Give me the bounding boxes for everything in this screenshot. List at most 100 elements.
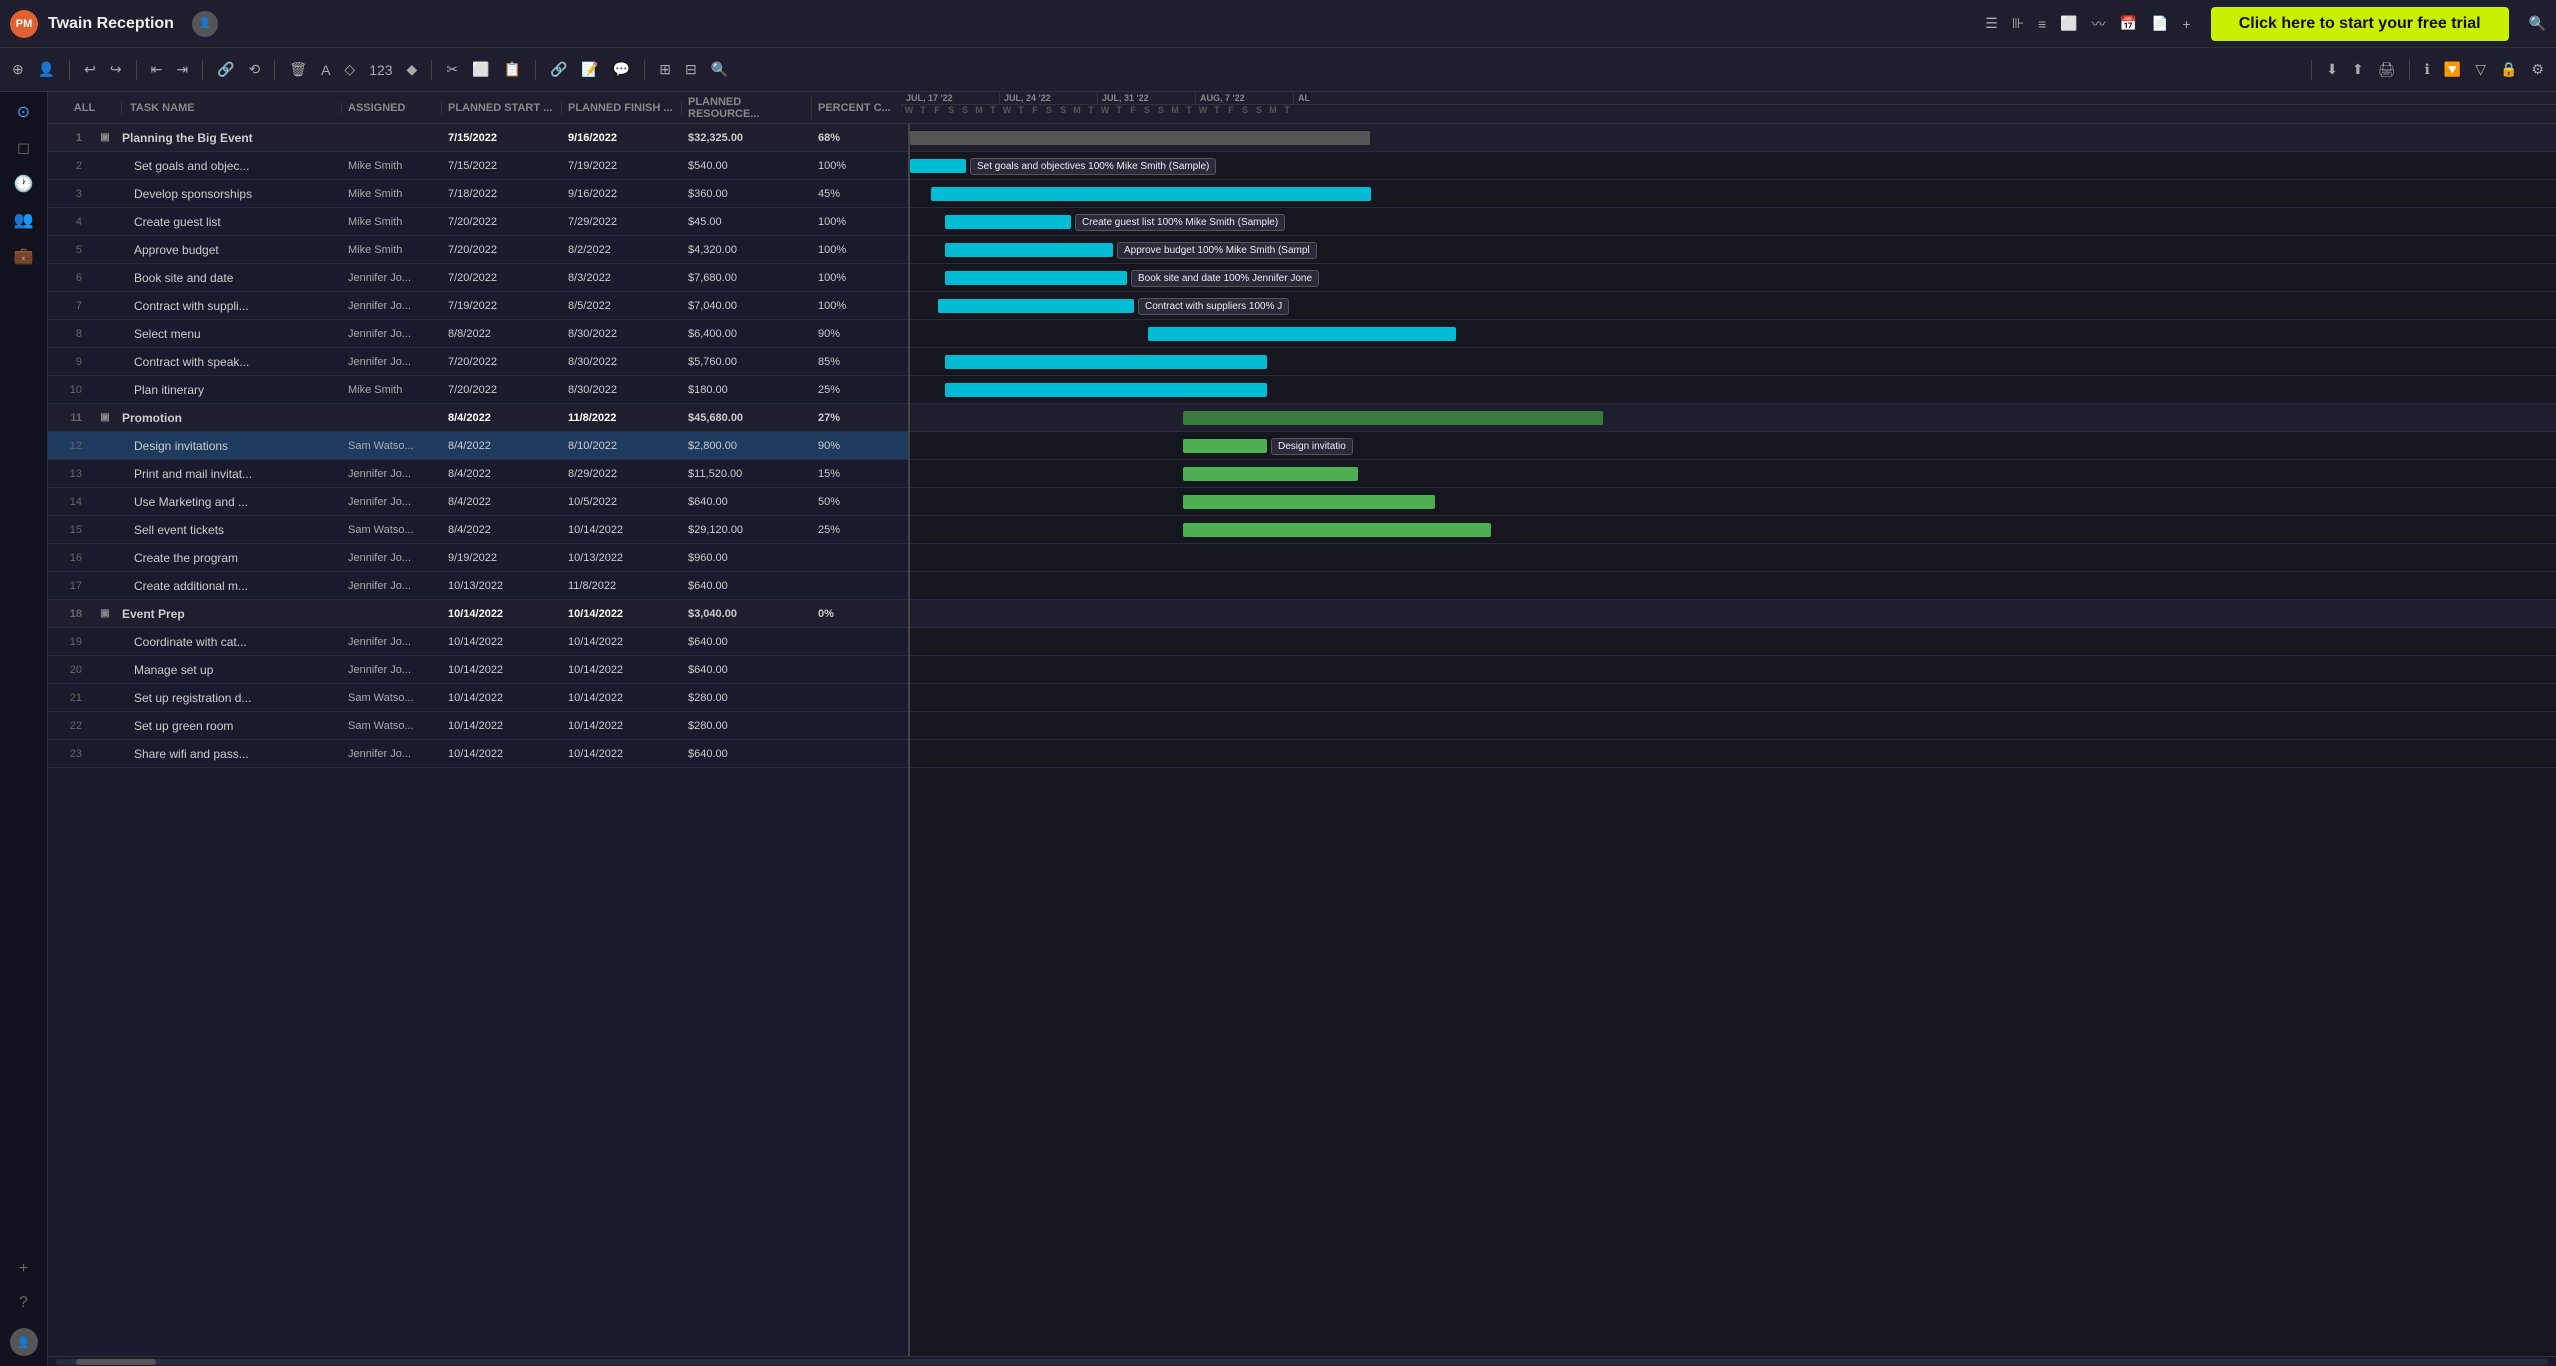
attach-icon[interactable]: 🔗 bbox=[546, 58, 571, 81]
copy-icon[interactable]: ⬜ bbox=[468, 58, 493, 81]
table-row[interactable]: 6Book site and dateJennifer Jo...7/20/20… bbox=[48, 264, 908, 292]
info-icon[interactable]: ℹ bbox=[2420, 58, 2433, 81]
table-row[interactable]: 21Set up registration d...Sam Watso...10… bbox=[48, 684, 908, 712]
table-row[interactable]: 17Create additional m...Jennifer Jo...10… bbox=[48, 572, 908, 600]
table-row[interactable]: 16Create the programJennifer Jo...9/19/2… bbox=[48, 544, 908, 572]
gantt-bar[interactable] bbox=[931, 187, 1371, 201]
col-planned-start[interactable]: PLANNED START ... bbox=[442, 102, 562, 114]
sidebar-avatar[interactable]: 👤 bbox=[10, 1328, 38, 1356]
gantt-bar[interactable] bbox=[945, 383, 1267, 397]
cut-icon[interactable]: ✂ bbox=[442, 58, 462, 81]
cta-banner[interactable]: Click here to start your free trial bbox=[2211, 7, 2509, 41]
table-row[interactable]: 2Set goals and objec...Mike Smith7/15/20… bbox=[48, 152, 908, 180]
table-row[interactable]: 19Coordinate with cat...Jennifer Jo...10… bbox=[48, 628, 908, 656]
table-row[interactable]: 18▣Event Prep10/14/202210/14/2022$3,040.… bbox=[48, 600, 908, 628]
undo-icon[interactable]: ↩ bbox=[80, 58, 100, 81]
paste-icon[interactable]: 📋 bbox=[500, 58, 525, 81]
redo-icon[interactable]: ↪ bbox=[106, 58, 126, 81]
table-row[interactable]: 3Develop sponsorshipsMike Smith7/18/2022… bbox=[48, 180, 908, 208]
download-icon[interactable]: ⬇ bbox=[2322, 58, 2342, 81]
sidebar-time-icon[interactable]: 🕐 bbox=[14, 174, 34, 194]
table-row[interactable]: 15Sell event ticketsSam Watso...8/4/2022… bbox=[48, 516, 908, 544]
align-icon[interactable]: ≡ bbox=[2038, 16, 2046, 32]
hamburger-icon[interactable]: ☰ bbox=[1985, 15, 1998, 32]
filter-icon[interactable]: 🔽 bbox=[2440, 58, 2465, 81]
col-all[interactable]: ALL bbox=[48, 102, 122, 114]
calendar-icon[interactable]: 📅 bbox=[2120, 15, 2137, 32]
col-task-name[interactable]: TASK NAME bbox=[122, 102, 342, 114]
lock-icon[interactable]: 🔒 bbox=[2496, 58, 2521, 81]
number-icon[interactable]: 123 bbox=[365, 59, 396, 81]
scrollbar-thumb[interactable] bbox=[76, 1359, 156, 1365]
table-row[interactable]: 10Plan itineraryMike Smith7/20/20228/30/… bbox=[48, 376, 908, 404]
col-planned-finish[interactable]: PLANNED FINISH ... bbox=[562, 102, 682, 114]
table-row[interactable]: 4Create guest listMike Smith7/20/20227/2… bbox=[48, 208, 908, 236]
gantt-bar[interactable] bbox=[1183, 411, 1603, 425]
upload-icon[interactable]: ⬆ bbox=[2348, 58, 2368, 81]
chart-icon[interactable]: 〰 bbox=[2092, 14, 2106, 34]
indent-icon[interactable]: ⇥ bbox=[172, 58, 192, 81]
grid2-icon[interactable]: ⊟ bbox=[681, 58, 701, 81]
gantt-bar[interactable] bbox=[910, 131, 1370, 145]
table-row[interactable]: 9Contract with speak...Jennifer Jo...7/2… bbox=[48, 348, 908, 376]
app-logo[interactable]: PM bbox=[10, 10, 38, 38]
gantt-bar[interactable] bbox=[1183, 495, 1435, 509]
gantt-bar[interactable]: Contract with suppliers 100% J bbox=[938, 299, 1134, 313]
link-icon[interactable]: 🔗 bbox=[213, 58, 238, 81]
grid1-icon[interactable]: ⊞ bbox=[655, 58, 675, 81]
gantt-bar[interactable]: Approve budget 100% Mike Smith (Sampl bbox=[945, 243, 1113, 257]
gantt-bar[interactable] bbox=[1148, 327, 1456, 341]
table-row[interactable]: 11▣Promotion8/4/202211/8/2022$45,680.002… bbox=[48, 404, 908, 432]
zoom-icon[interactable]: 🔍 bbox=[707, 58, 732, 81]
gantt-bar[interactable]: Set goals and objectives 100% Mike Smith… bbox=[910, 159, 966, 173]
table-row[interactable]: 8Select menuJennifer Jo...8/8/20228/30/2… bbox=[48, 320, 908, 348]
table-row[interactable]: 1▣Planning the Big Event7/15/20229/16/20… bbox=[48, 124, 908, 152]
table-row[interactable]: 20Manage set upJennifer Jo...10/14/20221… bbox=[48, 656, 908, 684]
gantt-bar[interactable]: Create guest list 100% Mike Smith (Sampl… bbox=[945, 215, 1071, 229]
gantt-bar[interactable] bbox=[945, 355, 1267, 369]
scrollbar-track[interactable] bbox=[56, 1359, 2548, 1365]
sidebar-home-icon[interactable]: ⊙ bbox=[17, 102, 30, 122]
delete-icon[interactable]: 🗑 bbox=[285, 58, 311, 81]
gantt-bar[interactable]: Book site and date 100% Jennifer Jone bbox=[945, 271, 1127, 285]
gantt-bar[interactable] bbox=[1183, 467, 1358, 481]
shape-icon[interactable]: ◇ bbox=[340, 58, 359, 81]
add-task-icon[interactable]: ⊕ bbox=[8, 58, 28, 81]
collapse-icon[interactable]: ▣ bbox=[100, 412, 109, 423]
gantt-bar[interactable]: Design invitatio bbox=[1183, 439, 1267, 453]
table-row[interactable]: 14Use Marketing and ...Jennifer Jo...8/4… bbox=[48, 488, 908, 516]
sidebar-help-icon[interactable]: ? bbox=[19, 1294, 28, 1312]
outdent-icon[interactable]: ⇤ bbox=[147, 58, 167, 81]
col-planned-resource[interactable]: PLANNED RESOURCE... bbox=[682, 96, 812, 120]
table-row[interactable]: 5Approve budgetMike Smith7/20/20228/2/20… bbox=[48, 236, 908, 264]
print-icon[interactable]: 🖨 bbox=[2374, 58, 2400, 81]
font-icon[interactable]: A bbox=[317, 59, 334, 81]
funnel-icon[interactable]: ▽ bbox=[2471, 58, 2490, 81]
search-icon[interactable]: 🔍 bbox=[2529, 15, 2546, 32]
sidebar-add-icon[interactable]: + bbox=[19, 1260, 28, 1278]
table-icon[interactable]: ⬜ bbox=[2060, 15, 2077, 32]
sidebar-dashboard-icon[interactable]: ◻ bbox=[17, 138, 30, 158]
gantt-bar[interactable] bbox=[1183, 523, 1491, 537]
collapse-icon[interactable]: ▣ bbox=[100, 608, 109, 619]
doc-icon[interactable]: 📄 bbox=[2151, 15, 2168, 32]
col-percent[interactable]: PERCENT C... bbox=[812, 102, 902, 114]
diamond-icon[interactable]: ◆ bbox=[403, 58, 422, 81]
add-user-icon[interactable]: 👤 bbox=[34, 58, 59, 81]
columns-icon[interactable]: ⊪ bbox=[2012, 15, 2024, 32]
table-row[interactable]: 22Set up green roomSam Watso...10/14/202… bbox=[48, 712, 908, 740]
table-row[interactable]: 13Print and mail invitat...Jennifer Jo..… bbox=[48, 460, 908, 488]
settings-icon[interactable]: ⚙ bbox=[2527, 58, 2548, 81]
unlink-icon[interactable]: ⟲ bbox=[245, 58, 265, 81]
table-row[interactable]: 7Contract with suppli...Jennifer Jo...7/… bbox=[48, 292, 908, 320]
scrollbar-area[interactable] bbox=[48, 1356, 2556, 1366]
table-row[interactable]: 12Design invitationsSam Watso...8/4/2022… bbox=[48, 432, 908, 460]
collapse-icon[interactable]: ▣ bbox=[100, 132, 109, 143]
sidebar-team-icon[interactable]: 👥 bbox=[14, 210, 34, 230]
table-row[interactable]: 23Share wifi and pass...Jennifer Jo...10… bbox=[48, 740, 908, 768]
col-assigned[interactable]: ASSIGNED bbox=[342, 102, 442, 114]
plus-icon[interactable]: + bbox=[2183, 16, 2191, 32]
comment-icon[interactable]: 💬 bbox=[609, 58, 634, 81]
note-icon[interactable]: 📝 bbox=[577, 58, 602, 81]
sidebar-portfolio-icon[interactable]: 💼 bbox=[14, 246, 34, 266]
